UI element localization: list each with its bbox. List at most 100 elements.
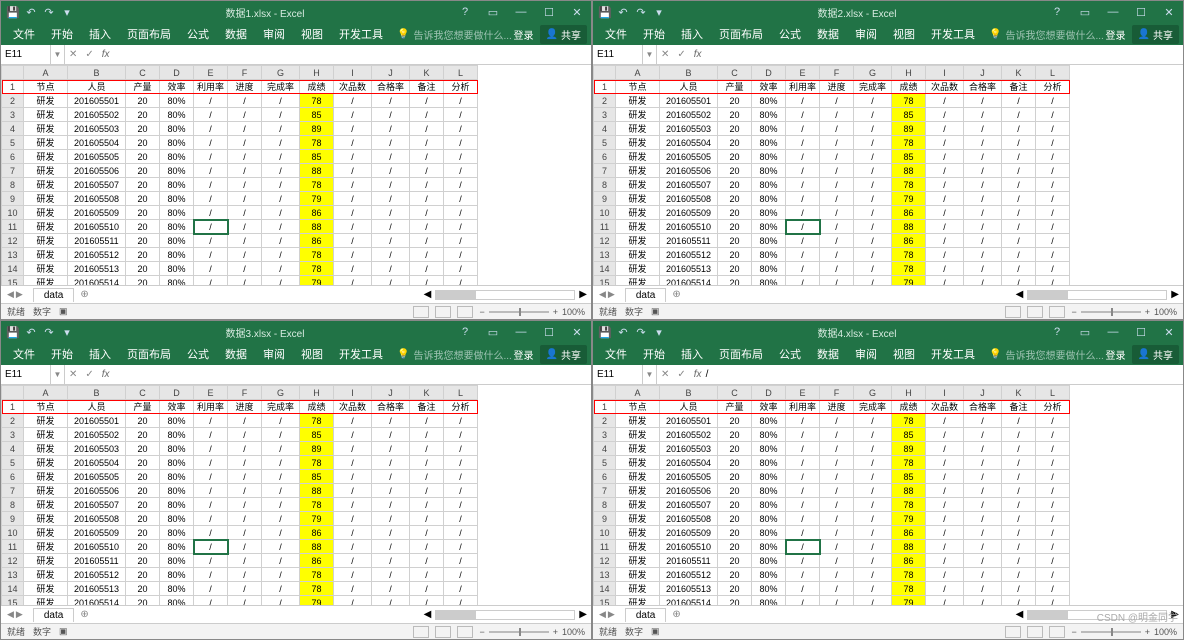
col-header[interactable]: K — [1002, 386, 1036, 400]
cell[interactable]: 78 — [300, 94, 334, 108]
cell[interactable]: / — [372, 456, 410, 470]
cell[interactable]: / — [786, 428, 820, 442]
cell[interactable]: 201605503 — [68, 122, 126, 136]
cell[interactable]: / — [262, 484, 300, 498]
row-header[interactable]: 10 — [2, 206, 24, 220]
cell[interactable]: 80% — [160, 150, 194, 164]
maximize-icon[interactable]: ☐ — [535, 326, 563, 339]
share-button[interactable]: 👤共享 — [1132, 345, 1179, 364]
ribbon-tab[interactable]: 开发工具 — [331, 343, 391, 365]
cell[interactable]: / — [262, 122, 300, 136]
cell[interactable]: 20 — [126, 526, 160, 540]
tab-nav-prev-icon[interactable]: ◀ — [7, 609, 14, 620]
cell[interactable]: / — [444, 470, 478, 484]
cell[interactable]: 研发 — [24, 192, 68, 206]
zoom-control[interactable]: − + 100% — [479, 307, 585, 317]
cell[interactable]: / — [926, 164, 964, 178]
ribbon-tab[interactable]: 数据 — [809, 343, 847, 365]
cell[interactable]: 201605510 — [68, 540, 126, 554]
cell[interactable]: 20 — [126, 442, 160, 456]
cell[interactable]: 80% — [160, 192, 194, 206]
cell[interactable]: / — [262, 442, 300, 456]
cell[interactable]: 20 — [718, 220, 752, 234]
close-icon[interactable]: ✕ — [563, 6, 591, 19]
col-header[interactable]: L — [1036, 66, 1070, 80]
close-icon[interactable]: ✕ — [1155, 326, 1183, 339]
cell[interactable]: 201605504 — [68, 136, 126, 150]
cell[interactable]: / — [1002, 108, 1036, 122]
cell[interactable]: 86 — [300, 234, 334, 248]
table-header-cell[interactable]: 效率 — [752, 80, 786, 94]
cell[interactable]: / — [786, 122, 820, 136]
cell[interactable]: / — [194, 428, 228, 442]
cell[interactable]: 78 — [892, 262, 926, 276]
cell[interactable]: 20 — [126, 220, 160, 234]
cell[interactable]: / — [926, 568, 964, 582]
cell[interactable]: 201605504 — [660, 136, 718, 150]
cell[interactable]: / — [228, 456, 262, 470]
cell[interactable]: / — [1002, 442, 1036, 456]
cell[interactable]: / — [926, 526, 964, 540]
cell[interactable]: / — [410, 414, 444, 428]
cell[interactable]: / — [410, 582, 444, 596]
col-header[interactable]: H — [300, 386, 334, 400]
qat-more-icon[interactable]: ▾ — [61, 6, 73, 18]
cell[interactable]: / — [926, 248, 964, 262]
cell[interactable]: / — [334, 540, 372, 554]
cell[interactable]: / — [1002, 582, 1036, 596]
cell[interactable]: 80% — [752, 192, 786, 206]
row-header[interactable]: 15 — [2, 596, 24, 606]
cell[interactable]: 88 — [892, 540, 926, 554]
col-header[interactable]: K — [410, 66, 444, 80]
cell[interactable]: / — [372, 526, 410, 540]
cell[interactable]: 80% — [752, 484, 786, 498]
col-header[interactable]: H — [892, 66, 926, 80]
view-break-icon[interactable] — [1049, 306, 1065, 318]
scroll-left-icon[interactable]: ◀ — [1016, 289, 1024, 300]
cell[interactable]: / — [820, 262, 854, 276]
close-icon[interactable]: ✕ — [563, 326, 591, 339]
cell[interactable]: / — [228, 108, 262, 122]
cell[interactable]: / — [228, 136, 262, 150]
table-header-cell[interactable]: 分析 — [444, 80, 478, 94]
cell[interactable]: / — [786, 248, 820, 262]
row-header[interactable]: 11 — [2, 220, 24, 234]
ribbon-toggle-icon[interactable]: ▭ — [479, 6, 507, 19]
cell[interactable]: 80% — [160, 414, 194, 428]
cell[interactable]: / — [926, 428, 964, 442]
cell[interactable]: 88 — [892, 220, 926, 234]
view-break-icon[interactable] — [1049, 626, 1065, 638]
cell[interactable]: 80% — [160, 428, 194, 442]
cell[interactable]: 80% — [160, 206, 194, 220]
cell[interactable]: / — [228, 414, 262, 428]
cell[interactable]: / — [334, 94, 372, 108]
tell-me[interactable]: 💡告诉我您想要做什么... — [989, 347, 1104, 362]
cell[interactable]: / — [444, 512, 478, 526]
col-header[interactable]: E — [786, 66, 820, 80]
col-header[interactable]: B — [660, 66, 718, 80]
cell[interactable]: / — [854, 136, 892, 150]
scroll-right-icon[interactable]: ▶ — [579, 609, 587, 620]
cell[interactable]: 201605504 — [660, 456, 718, 470]
cell[interactable]: / — [1036, 596, 1070, 606]
cell[interactable]: / — [444, 276, 478, 286]
cell[interactable]: / — [926, 220, 964, 234]
cell[interactable]: 201605503 — [660, 442, 718, 456]
row-header[interactable]: 2 — [594, 414, 616, 428]
cell[interactable]: 研发 — [24, 498, 68, 512]
cell[interactable]: 20 — [718, 512, 752, 526]
cell[interactable]: 研发 — [24, 262, 68, 276]
cell[interactable]: / — [228, 122, 262, 136]
row-header[interactable]: 1 — [594, 400, 616, 414]
cell[interactable]: 80% — [752, 456, 786, 470]
cell[interactable]: / — [262, 248, 300, 262]
cell[interactable]: 20 — [126, 206, 160, 220]
cell[interactable]: 80% — [752, 568, 786, 582]
col-header[interactable]: D — [160, 386, 194, 400]
cell[interactable]: 201605501 — [68, 414, 126, 428]
cell[interactable]: 80% — [752, 276, 786, 286]
ribbon-tab[interactable]: 开发工具 — [331, 23, 391, 45]
table-header-cell[interactable]: 分析 — [444, 400, 478, 414]
scroll-right-icon[interactable]: ▶ — [579, 289, 587, 300]
record-macro-icon[interactable]: ▣ — [59, 626, 68, 637]
